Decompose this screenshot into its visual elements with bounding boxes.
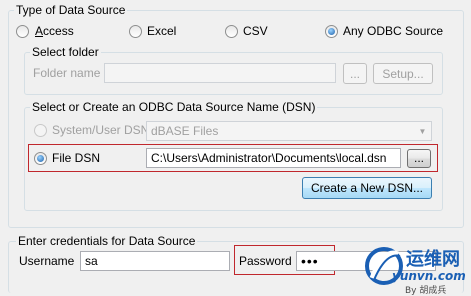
radio-excel[interactable] xyxy=(129,25,142,38)
radio-csv-label: CSV xyxy=(243,24,268,38)
folder-name-input[interactable] xyxy=(104,63,336,83)
radio-any-odbc-label: Any ODBC Source xyxy=(343,24,444,38)
watermark-url: yunvn.com xyxy=(392,269,466,283)
radio-file-dsn[interactable] xyxy=(34,152,47,165)
select-folder-legend: Select folder xyxy=(30,45,101,59)
create-new-dsn-button[interactable]: Create a New DSN... xyxy=(302,177,432,199)
password-label: Password xyxy=(239,254,292,268)
chevron-down-icon: ▼ xyxy=(418,126,427,136)
radio-excel-label: Excel xyxy=(147,24,177,38)
username-input[interactable]: sa xyxy=(80,251,230,271)
file-dsn-browse-button[interactable]: ... xyxy=(407,149,431,168)
file-dsn-input[interactable]: C:\Users\Administrator\Documents\local.d… xyxy=(146,148,401,168)
system-user-dsn-label: System/User DSN xyxy=(52,123,150,137)
dsn-legend: Select or Create an ODBC Data Source Nam… xyxy=(30,100,318,114)
folder-browse-button[interactable]: ... xyxy=(343,63,367,84)
username-label: Username xyxy=(19,254,75,268)
system-user-dsn-select[interactable]: dBASE Files ▼ xyxy=(146,121,432,141)
credentials-legend: Enter credentials for Data Source xyxy=(16,234,198,248)
radio-access-label-text: ccess xyxy=(43,24,74,38)
radio-access-label: Access xyxy=(35,24,74,38)
file-dsn-label: File DSN xyxy=(52,151,101,165)
radio-any-odbc[interactable] xyxy=(325,25,338,38)
radio-system-user-dsn[interactable] xyxy=(34,124,47,137)
radio-csv[interactable] xyxy=(225,25,238,38)
system-user-dsn-value: dBASE Files xyxy=(151,124,219,138)
setup-button[interactable]: Setup... xyxy=(373,63,433,84)
folder-name-label: Folder name xyxy=(33,66,101,80)
watermark-byline: By 胡成兵 xyxy=(405,286,447,296)
watermark-title: 运维网 xyxy=(406,249,460,270)
data-source-type-legend: Type of Data Source xyxy=(14,3,128,17)
radio-access[interactable] xyxy=(16,25,29,38)
